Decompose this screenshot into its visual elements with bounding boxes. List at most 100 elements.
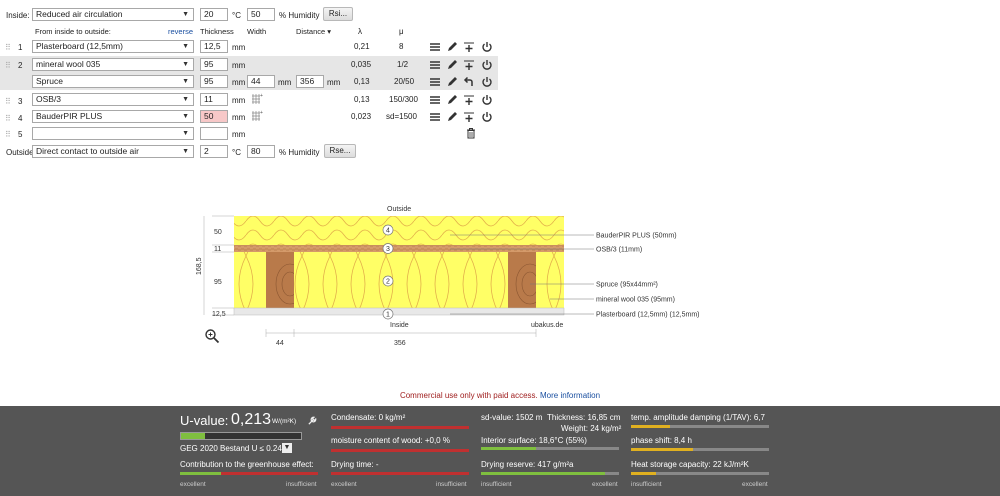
layer-material-select[interactable]: BauderPIR PLUS ▼	[32, 110, 194, 123]
layer-distance-input[interactable]: 356	[296, 75, 324, 88]
layer-thickness-input[interactable]	[200, 127, 228, 140]
distance-header[interactable]: Distance ▾	[296, 27, 331, 37]
layer-mu: sd=1500	[386, 112, 417, 121]
pencil-icon[interactable]	[446, 76, 458, 88]
thickness-unit: mm	[232, 43, 246, 52]
chevron-down-icon: ▼	[182, 130, 189, 137]
menu-icon[interactable]	[429, 41, 441, 53]
inside-label: Inside:	[6, 11, 30, 20]
moisture-bar	[331, 449, 469, 452]
inside-climate-select[interactable]: Reduced air circulation ▼	[32, 8, 194, 21]
from-inside-label: From inside to outside:	[35, 27, 111, 36]
menu-icon[interactable]	[429, 111, 441, 123]
notice-text: Commercial use only with paid access.	[399, 391, 538, 400]
layer-material-select[interactable]: Plasterboard (12,5mm) ▼	[32, 40, 194, 53]
menu-icon[interactable]	[429, 94, 441, 106]
callout-label: Plasterboard (12,5mm) (12,5mm)	[596, 312, 699, 319]
svg-text:3: 3	[386, 246, 390, 253]
width-unit: mm	[278, 78, 292, 87]
layer-material-select[interactable]: OSB/3 ▼	[32, 93, 194, 106]
layer-thickness-input[interactable]: 95	[200, 75, 228, 88]
rse-button[interactable]: Rse...	[324, 144, 356, 158]
layer-width-input[interactable]: 44	[247, 75, 275, 88]
menu-icon[interactable]	[429, 59, 441, 71]
layer-thickness-input[interactable]: 12,5	[200, 40, 228, 53]
chevron-down-icon: ▼	[182, 148, 189, 155]
layer-number: 3	[18, 97, 23, 106]
add-layer-icon[interactable]	[463, 59, 475, 71]
layer-thickness-input[interactable]: 95	[200, 58, 228, 71]
power-icon[interactable]	[481, 94, 493, 106]
chevron-down-icon: ▼	[182, 78, 189, 85]
rsi-button[interactable]: Rsi...	[323, 7, 353, 21]
inside-temp-input[interactable]: 20	[200, 8, 228, 21]
layer-marker: 1	[382, 308, 394, 320]
layer-lambda: 0,035	[351, 60, 372, 69]
chevron-down-icon: ▼	[182, 61, 189, 68]
drying-time-label: Drying time: -	[331, 460, 379, 469]
power-icon[interactable]	[481, 59, 493, 71]
drag-handle-icon[interactable]: ⠿	[5, 97, 11, 106]
outside-label: Outside	[6, 148, 34, 157]
menu-icon[interactable]	[429, 76, 441, 88]
zoom-in-icon[interactable]	[204, 328, 220, 344]
power-icon[interactable]	[481, 111, 493, 123]
texture-icon[interactable]: +	[251, 110, 263, 122]
layer-material-select[interactable]: Spruce ▼	[32, 75, 194, 88]
pencil-icon[interactable]	[446, 59, 458, 71]
layer-material-value: OSB/3	[36, 94, 62, 104]
drag-handle-icon[interactable]: ⠿	[5, 114, 11, 123]
drag-handle-icon[interactable]: ⠿	[5, 43, 11, 52]
add-layer-icon[interactable]	[463, 41, 475, 53]
chevron-down-icon: ▼	[182, 113, 189, 120]
svg-text:+: +	[260, 110, 263, 116]
weight-summary: Weight: 24 kg/m²	[561, 424, 622, 433]
undo-icon[interactable]	[463, 76, 475, 88]
layer-material-select[interactable]: ▼	[32, 127, 194, 140]
uvalue-unit: W/(m²K)	[272, 418, 297, 425]
outside-climate-select[interactable]: Direct contact to outside air ▼	[32, 145, 194, 158]
pencil-icon[interactable]	[446, 41, 458, 53]
drag-handle-icon[interactable]: ⠿	[5, 130, 11, 139]
thickness-unit: mm	[232, 96, 246, 105]
layer-material-value: mineral wool 035	[36, 59, 101, 69]
texture-icon[interactable]: +	[251, 93, 263, 105]
add-layer-icon[interactable]	[463, 111, 475, 123]
inside-humidity-input[interactable]: 50	[247, 8, 275, 21]
svg-text:+: +	[260, 93, 263, 99]
outside-humidity-unit: % Humidity	[279, 148, 320, 157]
layer-material-select[interactable]: mineral wool 035 ▼	[32, 58, 194, 71]
distance-unit: mm	[327, 78, 341, 87]
interior-surface-bar	[481, 447, 619, 450]
trash-icon[interactable]	[465, 127, 477, 139]
wrench-icon[interactable]	[307, 415, 318, 426]
inside-temp-unit: °C	[232, 11, 241, 20]
add-layer-icon[interactable]	[463, 94, 475, 106]
osb-layer	[234, 245, 564, 252]
reverse-link[interactable]: reverse	[168, 27, 193, 37]
inside-side-label: Inside	[390, 322, 409, 329]
layer-material-value: BauderPIR PLUS	[36, 111, 103, 121]
layer-thickness-input[interactable]: 50	[200, 110, 228, 123]
condensate-label: Condensate: 0 kg/m²	[331, 413, 406, 422]
outside-humidity-input[interactable]: 80	[247, 145, 275, 158]
drag-handle-icon[interactable]: ⠿	[5, 61, 11, 70]
outside-temp-input[interactable]: 2	[200, 145, 228, 158]
power-icon[interactable]	[481, 76, 493, 88]
pencil-icon[interactable]	[446, 111, 458, 123]
moisture-label: moisture content of wood: +0,0 %	[331, 436, 450, 445]
power-icon[interactable]	[481, 41, 493, 53]
thickness-summary: Thickness: 16,85 cm	[547, 413, 621, 422]
geg-dropdown-icon[interactable]: ▼	[282, 443, 292, 453]
bottom-dim-label: 44	[276, 340, 284, 347]
layer-thickness-input[interactable]: 11	[200, 93, 228, 106]
thickness-unit: mm	[232, 113, 246, 122]
svg-text:4: 4	[386, 228, 390, 235]
thickness-unit: mm	[232, 130, 246, 139]
layer-number: 1	[18, 43, 23, 52]
more-information-link[interactable]: More information	[540, 391, 600, 400]
pencil-icon[interactable]	[446, 94, 458, 106]
phase-shift-label: phase shift: 8,4 h	[631, 436, 692, 445]
scale-excellent: excellent	[592, 481, 618, 488]
dim-label: 50	[214, 229, 222, 236]
